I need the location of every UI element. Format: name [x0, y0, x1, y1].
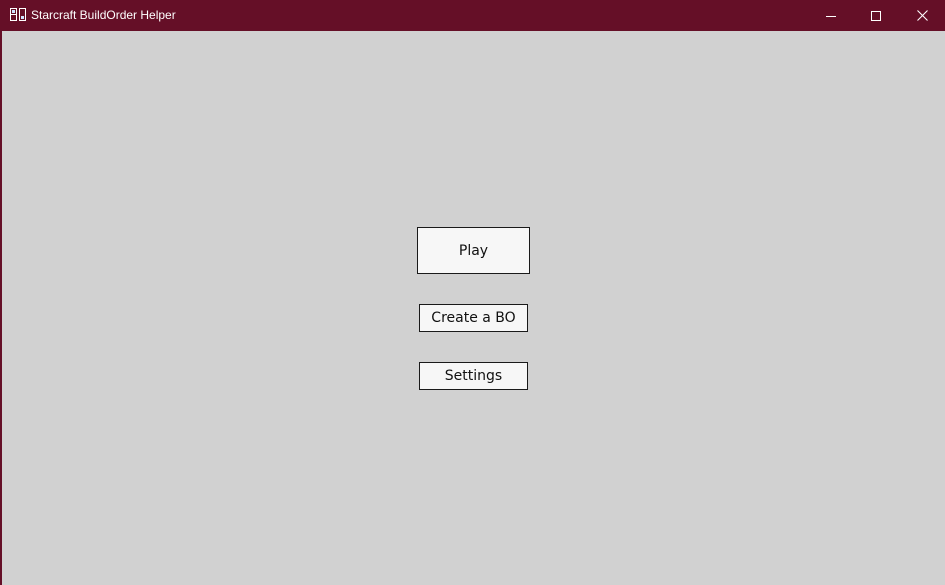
create-bo-button[interactable]: Create a BO [419, 304, 528, 332]
minimize-icon [826, 15, 836, 17]
title-bar[interactable]: Starcraft BuildOrder Helper [0, 0, 945, 31]
close-button[interactable] [899, 0, 945, 31]
maximize-icon [871, 10, 881, 21]
app-icon [10, 8, 26, 22]
play-button[interactable]: Play [417, 227, 530, 274]
minimize-button[interactable] [808, 0, 854, 31]
close-icon [916, 10, 928, 21]
app-window: Starcraft BuildOrder Helper Play Create … [0, 0, 945, 585]
main-menu-panel: Play Create a BO Settings [2, 31, 945, 585]
maximize-button[interactable] [853, 0, 899, 31]
window-title: Starcraft BuildOrder Helper [31, 8, 176, 22]
settings-button[interactable]: Settings [419, 362, 528, 390]
